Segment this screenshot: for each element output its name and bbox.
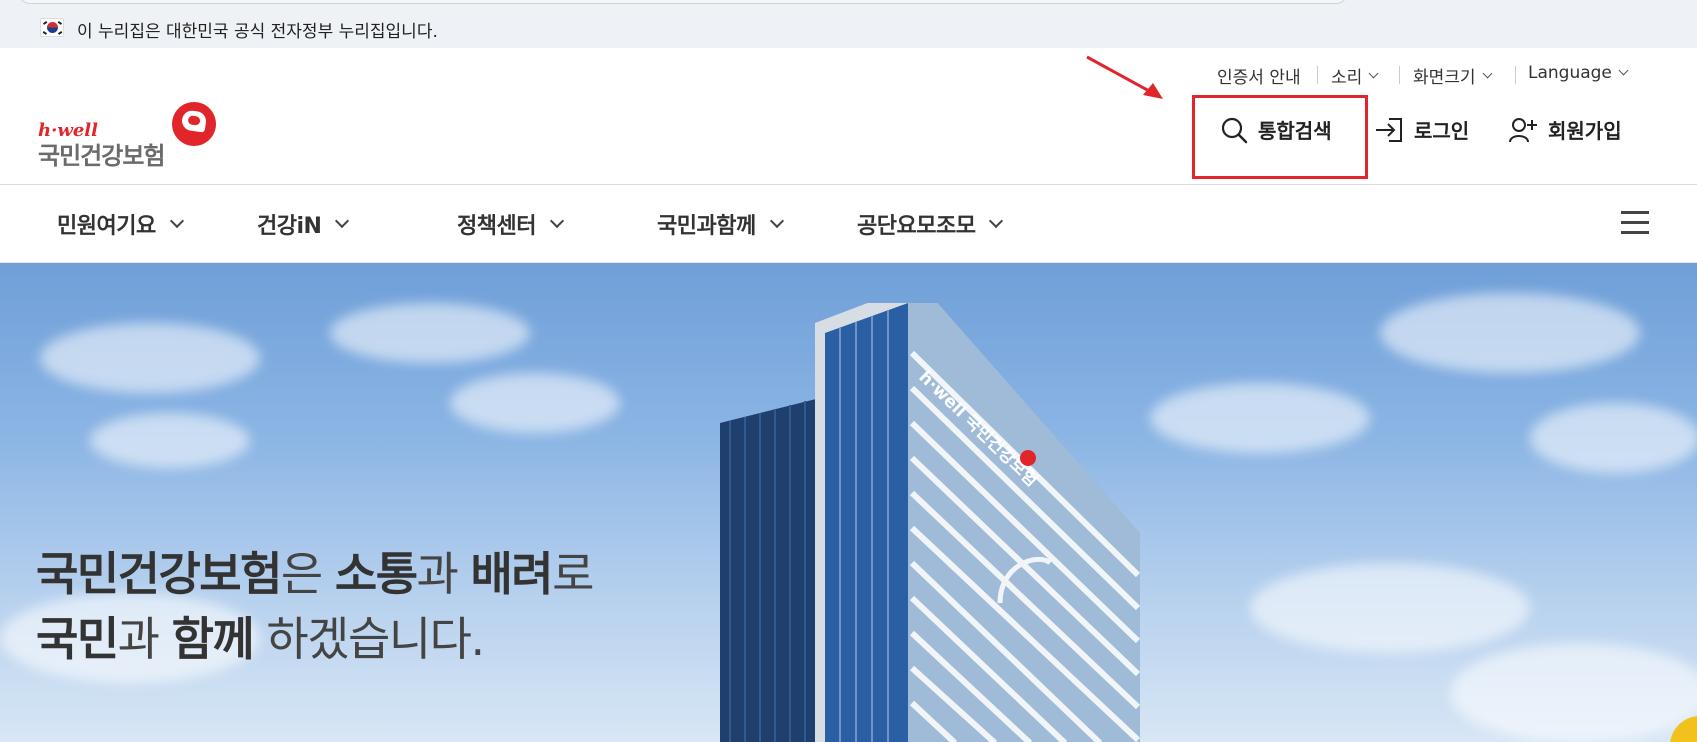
gov-banner-text[interactable]: 이 누리집은 대한민국 공식 전자정부 누리집입니다.: [77, 17, 438, 42]
nav-item-health-in[interactable]: 건강iN: [257, 208, 350, 240]
chevron-down-icon: [549, 213, 565, 229]
heart-logo-icon: [172, 102, 216, 146]
chevron-down-icon: [169, 213, 184, 229]
search-button-label: 통합검색: [1258, 119, 1332, 143]
nav-item-label: 국민과함께: [657, 214, 756, 239]
sound-menu[interactable]: 소리: [1331, 63, 1379, 88]
chevron-down-icon: [1482, 68, 1493, 78]
language-menu[interactable]: Language: [1528, 63, 1629, 83]
search-icon: [1221, 117, 1248, 143]
hero-banner: h·well 국민건강보험 국민건강보험은 소통과 배려로 국민과 함께 하겠습…: [0, 263, 1697, 742]
hamburger-menu-icon[interactable]: [1621, 211, 1649, 235]
nav-item-policy-center[interactable]: 정책센터: [457, 208, 565, 240]
nav-divider: [0, 184, 1697, 185]
browser-tab-edge: [18, 0, 1348, 4]
logo-name: 국민건강보험: [38, 142, 165, 170]
cert-guide-label: 인증서 안내: [1217, 68, 1301, 88]
sound-label: 소리: [1331, 68, 1363, 88]
hq-building-image: h·well 국민건강보험: [720, 303, 1141, 742]
add-user-icon: [1509, 117, 1537, 142]
login-button[interactable]: 로그인: [1374, 115, 1469, 144]
korea-flag-icon: [40, 18, 64, 37]
util-divider: [1317, 66, 1318, 84]
chevron-down-icon: [989, 213, 1004, 229]
cert-guide-link[interactable]: 인증서 안내: [1217, 63, 1301, 88]
nav-item-civil-service[interactable]: 민원여기요: [57, 208, 184, 240]
gov-banner: 이 누리집은 대한민국 공식 전자정부 누리집입니다.: [0, 0, 1697, 48]
integrated-search-button[interactable]: 통합검색: [1220, 115, 1332, 144]
font-size-menu[interactable]: 화면크기: [1413, 63, 1493, 88]
annotation-arrow: [1086, 55, 1163, 99]
chevron-down-icon: [1618, 65, 1629, 76]
hero-title-line2: 국민과 함께 하겠습니다.: [36, 612, 485, 666]
language-label: Language: [1528, 63, 1612, 83]
util-divider: [1399, 66, 1400, 84]
nav-item-label: 건강iN: [257, 214, 322, 239]
login-label: 로그인: [1414, 119, 1470, 143]
chevron-down-icon: [1368, 68, 1379, 78]
signup-label: 회원가입: [1548, 119, 1622, 143]
hero-title-line1: 국민건강보험은 소통과 배려로: [36, 547, 594, 601]
nav-item-about-nhis[interactable]: 공단요모조모: [857, 208, 1004, 240]
nav-item-label: 민원여기요: [57, 214, 156, 239]
chevron-down-icon: [769, 213, 784, 229]
font-size-label: 화면크기: [1413, 68, 1476, 88]
nav-item-label: 공단요모조모: [857, 214, 976, 239]
nav-item-label: 정책센터: [457, 214, 536, 239]
site-logo[interactable]: h·well 국민건강보험: [38, 102, 218, 170]
login-icon: [1376, 117, 1402, 142]
nav-item-with-citizens[interactable]: 국민과함께: [657, 208, 784, 240]
signup-button[interactable]: 회원가입: [1508, 115, 1622, 144]
chevron-down-icon: [335, 213, 350, 229]
util-divider: [1515, 66, 1516, 84]
